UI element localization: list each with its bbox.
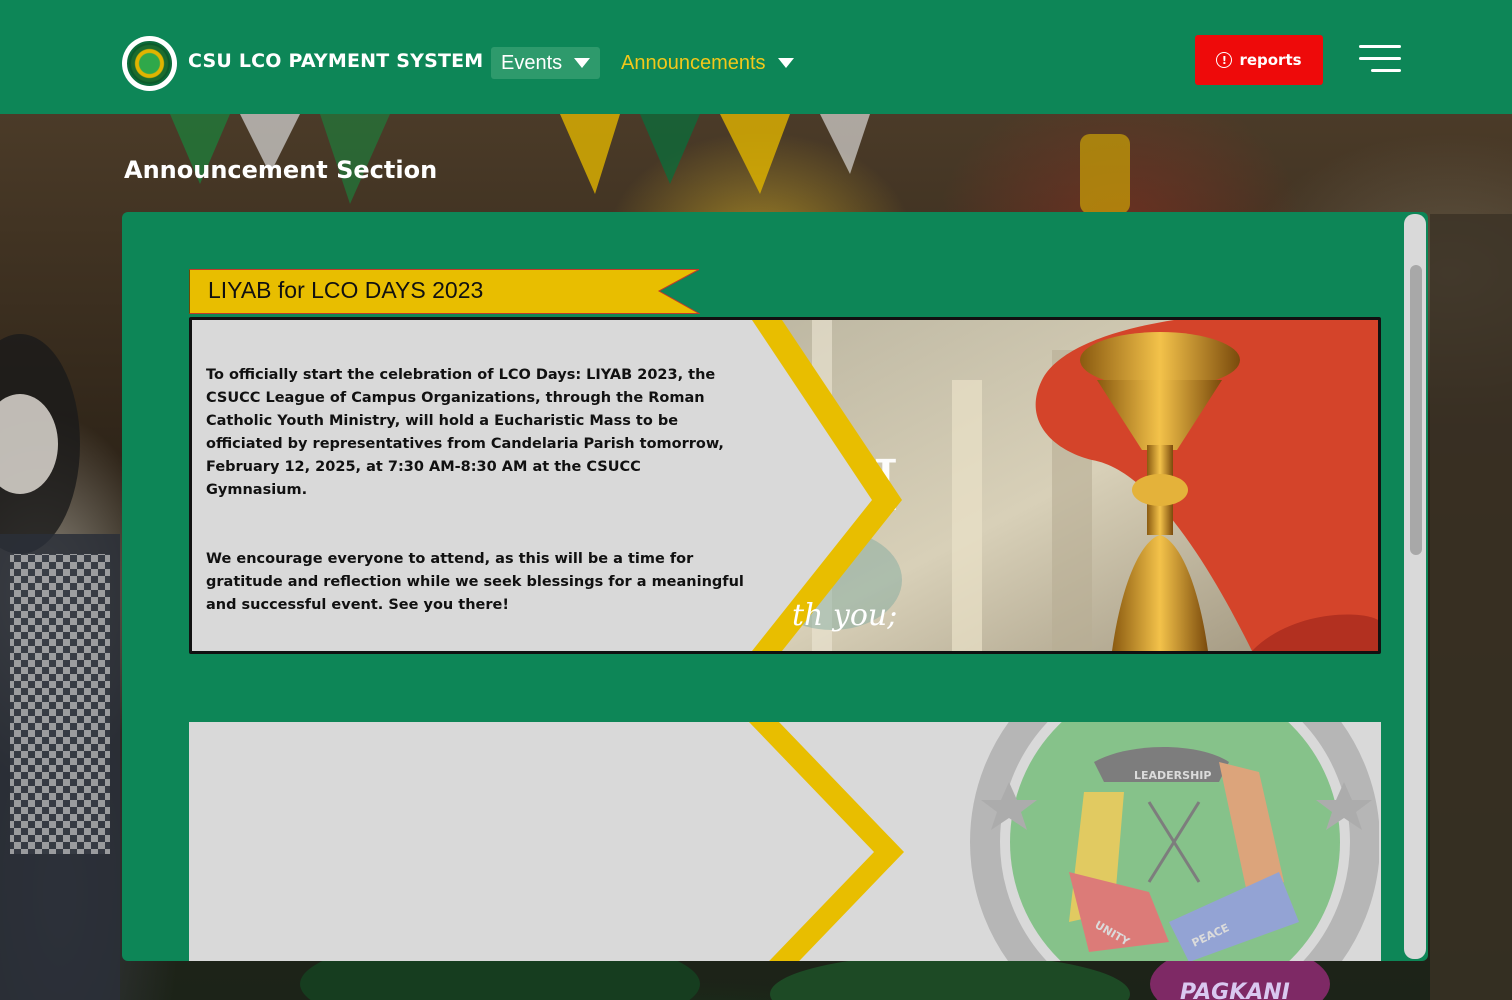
emblem-label: LEADERSHIP [1134, 769, 1211, 782]
caret-down-icon [777, 58, 794, 68]
background-caption: PAGKANI [1180, 980, 1290, 1000]
announcement-body: To officially start the celebration of L… [206, 364, 746, 617]
menu-line-middle [1359, 57, 1401, 60]
reports-label: reports [1239, 51, 1302, 69]
alert-circle-icon: ! [1216, 52, 1233, 68]
menu-line-bottom [1371, 69, 1401, 72]
announcement-paragraph: To officially start the celebration of L… [206, 367, 724, 498]
reports-button[interactable]: ! reports [1195, 35, 1323, 85]
page-title: Announcement Section [124, 156, 438, 184]
announcement-paragraph: We encourage everyone to attend, as this… [206, 551, 744, 613]
nav-announcements-label: Announcements [621, 51, 766, 74]
org-logo[interactable] [122, 36, 177, 91]
announcement-card[interactable]: I th you; To officially start the celebr… [189, 317, 1381, 654]
nav-events-label: Events [501, 51, 563, 74]
brand-title[interactable]: CSU LCO PAYMENT SYSTEM [188, 50, 483, 72]
seal-icon [127, 41, 172, 86]
announcement-panel: LIYAB for LCO DAYS 2023 th you; To offic… [122, 212, 1428, 961]
top-navbar: CSU LCO PAYMENT SYSTEM Events Announceme… [0, 0, 1512, 114]
announcement-card[interactable]: LEADERSHIP UNITY PEACE [189, 722, 1381, 961]
announcement-title-banner: LIYAB for LCO DAYS 2023 [189, 269, 700, 314]
panel-scrollbar[interactable] [1404, 214, 1426, 959]
caret-down-icon [574, 58, 591, 68]
scrollbar-thumb[interactable] [1410, 265, 1422, 555]
menu-line-top [1359, 45, 1401, 48]
announcement-image: LEADERSHIP UNITY PEACE [749, 722, 1379, 961]
org-emblem: LEADERSHIP UNITY PEACE [970, 722, 1379, 961]
announcement-title: LIYAB for LCO DAYS 2023 [208, 277, 484, 303]
nav-announcements-dropdown[interactable]: Announcements [621, 47, 794, 79]
hamburger-menu-icon[interactable] [1357, 45, 1401, 73]
image-caption: th you; [792, 598, 897, 633]
nav-events-dropdown[interactable]: Events [491, 47, 600, 79]
